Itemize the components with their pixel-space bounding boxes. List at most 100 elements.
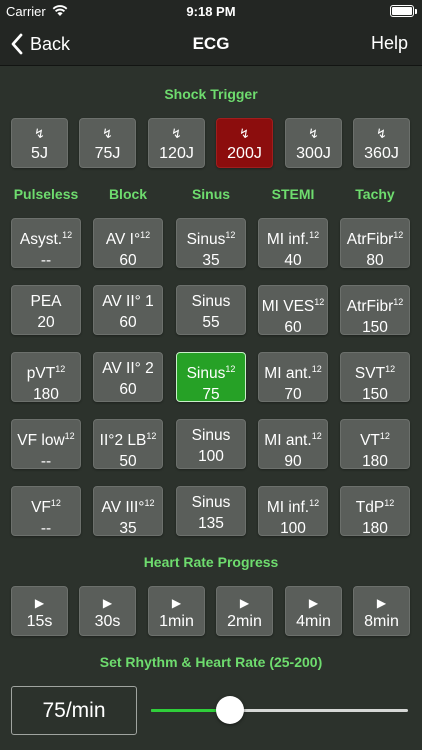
heart-rate-slider[interactable]	[151, 696, 408, 724]
lightning-icon: ↯	[102, 126, 113, 141]
shock-energy-label: 75J	[94, 145, 121, 162]
rhythm-rate: 150	[362, 319, 388, 336]
lead-count-superscript: 12	[62, 230, 73, 240]
rhythm-name: AV II° 2	[102, 360, 154, 377]
rhythm-rate: --	[40, 252, 52, 269]
lead-count-superscript: 12	[385, 364, 396, 374]
lead-count-superscript: 12	[140, 230, 151, 240]
progress-duration-label: 15s	[26, 613, 53, 630]
rhythm-label: AV III°12	[94, 494, 162, 517]
rhythm-label: Asyst.12	[12, 226, 80, 249]
rhythm-button[interactable]: Asyst.12 --	[11, 218, 81, 269]
rhythm-button[interactable]: VF low12 --	[11, 419, 81, 470]
help-button[interactable]: Help	[371, 33, 408, 54]
rhythm-button[interactable]: SVT12 150	[340, 352, 410, 403]
shock-button-5j[interactable]: ↯ 5J	[11, 118, 68, 168]
rhythm-button[interactable]: Sinus 100	[176, 419, 246, 469]
rhythm-rate: 60	[119, 252, 137, 269]
rhythm-rate: 70	[284, 386, 302, 403]
rhythm-label: VT12	[341, 427, 409, 450]
shock-button-75j[interactable]: ↯ 75J	[79, 118, 136, 168]
rhythm-button[interactable]: Sinus12 35	[176, 218, 246, 269]
lead-count-superscript: 12	[384, 498, 395, 508]
rhythm-button[interactable]: MI VES12 60	[258, 285, 328, 336]
rhythm-label: AtrFibr12	[341, 293, 409, 316]
rhythm-name: Sinus	[191, 427, 231, 444]
rhythm-button[interactable]: MI ant.12 70	[258, 352, 328, 403]
progress-duration-label: 2min	[227, 613, 262, 630]
rhythm-button[interactable]: Sinus12 75	[176, 352, 246, 403]
rhythm-label: Sinus	[177, 494, 245, 512]
status-bar: Carrier 9:18 PM	[0, 0, 422, 22]
shock-button-120j[interactable]: ↯ 120J	[148, 118, 205, 168]
heart-rate-progress-title: Heart Rate Progress	[143, 554, 279, 570]
rhythm-label: II°2 LB12	[94, 427, 162, 450]
rhythm-label: PEA	[12, 293, 80, 311]
rhythm-label: Sinus	[177, 293, 245, 311]
rhythm-name: AtrFibr	[346, 231, 394, 248]
rhythm-label: MI inf.12	[259, 494, 327, 517]
play-icon: ▶	[239, 596, 250, 610]
rhythm-rate: 180	[362, 453, 388, 470]
shock-energy-label: 120J	[159, 145, 194, 162]
rhythm-name: VT	[360, 432, 380, 449]
rhythm-rate: 50	[119, 453, 137, 470]
rhythm-label: AV I°12	[94, 226, 162, 249]
progress-button-2min[interactable]: ▶ 2min	[216, 586, 273, 636]
lead-count-superscript: 12	[309, 230, 320, 240]
rhythm-label: Sinus12	[177, 226, 245, 249]
lightning-icon: ↯	[239, 126, 250, 141]
rhythm-button[interactable]: pVT12 180	[11, 352, 81, 403]
rhythm-button[interactable]: II°2 LB12 50	[93, 419, 163, 470]
rhythm-button[interactable]: AV I°12 60	[93, 218, 163, 269]
rhythm-button[interactable]: AV II° 1 60	[93, 285, 163, 335]
rhythm-button[interactable]: Sinus 55	[176, 285, 246, 335]
lead-count-superscript: 12	[55, 364, 66, 374]
rhythm-button[interactable]: AV III°12 35	[93, 486, 163, 537]
rhythm-button[interactable]: MI inf.12 40	[258, 218, 328, 269]
rhythm-name: AV I°	[105, 231, 141, 248]
rhythm-rate: 20	[37, 314, 55, 331]
rhythm-button[interactable]: AV II° 2 60	[93, 352, 163, 402]
rhythm-label: VF12	[12, 494, 80, 517]
rhythm-button[interactable]: AtrFibr12 150	[340, 285, 410, 336]
rhythm-button[interactable]: AtrFibr12 80	[340, 218, 410, 269]
rhythm-button[interactable]: Sinus 135	[176, 486, 246, 536]
column-header-stemi: STEMI	[271, 186, 315, 202]
rhythm-label: Sinus12	[177, 360, 245, 383]
rhythm-button[interactable]: TdP12 180	[340, 486, 410, 537]
progress-button-8min[interactable]: ▶ 8min	[353, 586, 410, 636]
rhythm-rate: 100	[280, 520, 306, 537]
rhythm-name: Asyst.	[19, 231, 63, 248]
rhythm-button[interactable]: VF12 --	[11, 486, 81, 537]
rhythm-button[interactable]: PEA 20	[11, 285, 81, 335]
rhythm-rate: 60	[284, 319, 302, 336]
lead-count-superscript: 12	[146, 431, 157, 441]
lead-count-superscript: 12	[64, 431, 75, 441]
shock-button-200j[interactable]: ↯ 200J	[216, 118, 273, 168]
rhythm-label: TdP12	[341, 494, 409, 517]
shock-energy-label: 360J	[364, 145, 399, 162]
rhythm-rate: 180	[33, 386, 59, 403]
rhythm-name: AV II° 1	[102, 293, 154, 310]
lead-count-superscript: 12	[144, 498, 155, 508]
shock-button-360j[interactable]: ↯ 360J	[353, 118, 410, 168]
rhythm-button[interactable]: MI ant.12 90	[258, 419, 328, 470]
progress-button-1min[interactable]: ▶ 1min	[148, 586, 205, 636]
rhythm-name: VF low	[17, 432, 65, 449]
rhythm-name: AV III°	[101, 499, 145, 516]
slider-thumb[interactable]	[216, 696, 245, 724]
rhythm-label: AV II° 2	[94, 360, 162, 378]
progress-button-4min[interactable]: ▶ 4min	[285, 586, 342, 636]
progress-button-30s[interactable]: ▶ 30s	[79, 586, 136, 636]
rhythm-name: PEA	[30, 293, 62, 310]
progress-duration-label: 1min	[159, 613, 194, 630]
play-icon: ▶	[34, 596, 45, 610]
rhythm-rate: 55	[202, 314, 220, 331]
rhythm-button[interactable]: VT12 180	[340, 419, 410, 470]
progress-button-15s[interactable]: ▶ 15s	[11, 586, 68, 636]
heart-rate-value-field[interactable]: 75/min	[11, 686, 137, 735]
rhythm-button[interactable]: MI inf.12 100	[258, 486, 328, 537]
shock-button-300j[interactable]: ↯ 300J	[285, 118, 342, 168]
shock-energy-label: 200J	[227, 145, 262, 162]
